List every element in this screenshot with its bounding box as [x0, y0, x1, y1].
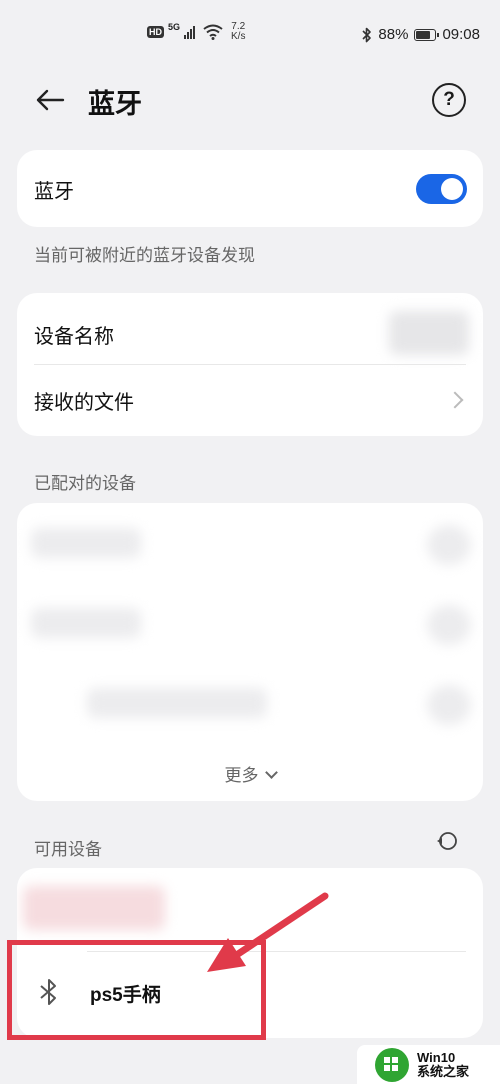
- watermark-text: Win10 系统之家: [417, 1049, 470, 1079]
- paired-device-row[interactable]: [17, 503, 483, 583]
- wifi-icon: [203, 24, 223, 40]
- battery-percent: 88%: [378, 26, 409, 43]
- help-button[interactable]: ?: [432, 83, 466, 117]
- bluetooth-toggle-card: 蓝牙: [17, 150, 483, 227]
- received-files-row[interactable]: 接收的文件: [17, 365, 483, 436]
- paired-device-row[interactable]: [17, 583, 483, 663]
- available-device-row[interactable]: [17, 868, 483, 950]
- bluetooth-toggle[interactable]: [416, 174, 467, 204]
- network-speed: 7.2 K/s: [231, 22, 245, 42]
- network-type-label: 5G: [168, 22, 181, 32]
- watermark-logo: Win10 系统之家: [357, 1045, 500, 1084]
- back-arrow-icon: [36, 89, 65, 111]
- more-button[interactable]: 更多: [17, 761, 483, 786]
- device-settings-card: 设备名称 接收的文件: [17, 293, 483, 436]
- blurred-device-icon: [427, 605, 471, 645]
- battery-level-fill: [416, 30, 431, 39]
- blurred-device-name: [23, 886, 165, 930]
- blurred-device-icon: [427, 525, 471, 565]
- received-files-label: 接收的文件: [34, 390, 134, 414]
- blurred-device-name: [31, 528, 141, 558]
- network-speed-unit: K/s: [231, 31, 246, 42]
- back-button[interactable]: [30, 80, 70, 120]
- paired-device-row[interactable]: [17, 663, 483, 743]
- device-name-row[interactable]: 设备名称: [17, 293, 483, 364]
- status-icons-right: 88% 09:08: [362, 26, 480, 43]
- watermark-line1: Win10: [417, 1049, 456, 1065]
- signal-icon: [184, 25, 196, 39]
- more-label: 更多: [224, 766, 259, 786]
- watermark-line2: 系统之家: [417, 1063, 470, 1079]
- chevron-right-icon: [446, 391, 464, 409]
- refresh-icon[interactable]: [436, 830, 458, 852]
- discoverable-note: 当前可被附近的蓝牙设备发现: [34, 246, 255, 266]
- battery-icon: [414, 28, 440, 41]
- device-name-label: 设备名称: [34, 324, 114, 348]
- page-header: 蓝牙 ?: [0, 72, 500, 128]
- chevron-down-icon: [264, 766, 278, 779]
- highlight-box: [7, 940, 266, 1040]
- bluetooth-label: 蓝牙: [34, 179, 74, 203]
- blurred-device-icon: [427, 685, 471, 725]
- toggle-knob: [441, 178, 463, 200]
- status-bar: HD 5G 7.2 K/s 88% 09:08: [0, 0, 500, 72]
- hd-badge: HD: [147, 26, 164, 38]
- available-devices-label: 可用设备: [34, 840, 102, 860]
- status-icons-left: HD 5G 7.2 K/s: [147, 22, 245, 42]
- page-title: 蓝牙: [88, 89, 142, 120]
- blurred-device-name: [87, 688, 267, 718]
- bluetooth-status-icon: [362, 27, 372, 42]
- paired-devices-card: 更多: [17, 503, 483, 801]
- windows-logo-icon: [375, 1047, 409, 1082]
- blurred-device-name: [31, 608, 141, 638]
- device-name-value-blurred: [389, 311, 469, 355]
- paired-devices-label: 已配对的设备: [34, 474, 136, 494]
- clock: 09:08: [442, 26, 480, 43]
